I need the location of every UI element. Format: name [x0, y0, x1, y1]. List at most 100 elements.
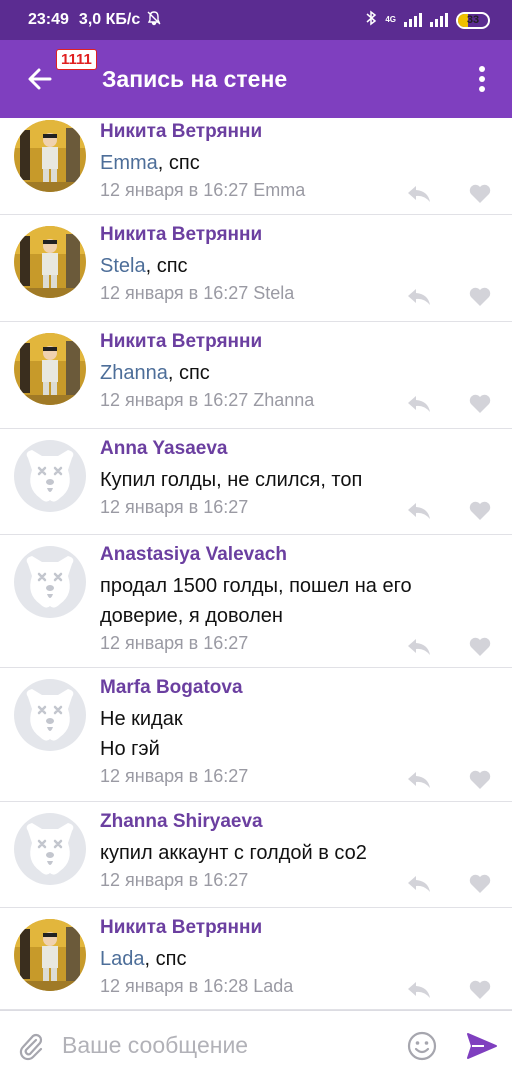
like-button[interactable]	[468, 286, 494, 308]
heart-icon	[469, 637, 491, 656]
like-button[interactable]	[468, 769, 494, 791]
reply-button[interactable]	[406, 873, 432, 895]
status-time: 23:49	[28, 11, 69, 28]
avatar[interactable]	[14, 813, 86, 885]
signal-strength-icon-2	[430, 13, 448, 27]
message-input[interactable]	[62, 1020, 392, 1071]
comment-author[interactable]: Никита Ветрянни	[100, 917, 262, 939]
comment-text: Lada, спс	[100, 944, 480, 974]
comment-item[interactable]: Zhanna Shiryaeva купил аккаунт с голдой в…	[0, 802, 512, 908]
mention-link[interactable]: Emma	[100, 152, 158, 174]
avatar[interactable]	[14, 546, 86, 618]
avatar[interactable]	[14, 120, 86, 192]
emoji-button[interactable]	[392, 1011, 452, 1080]
comment-author[interactable]: Zhanna Shiryaeva	[100, 811, 263, 833]
comment-meta: 12 января в 16:27	[100, 633, 248, 654]
page-title: Запись на стене	[102, 65, 288, 92]
network-type-label: 4G	[385, 15, 396, 24]
mute-bell-icon	[146, 10, 162, 31]
reply-to-name[interactable]: Zhanna	[253, 390, 314, 410]
reply-to-name[interactable]: Emma	[253, 180, 305, 200]
comment-item[interactable]: Marfa Bogatova Не кидак Но гэй 12 января в…	[0, 668, 512, 802]
comment-meta: 12 января в 16:27	[100, 870, 248, 891]
notification-badge: 1111	[56, 49, 97, 70]
comment-meta: 12 января в 16:28 Lada	[100, 976, 293, 997]
heart-icon	[469, 184, 491, 203]
comment-meta: 12 января в 16:27 Emma	[100, 180, 305, 201]
back-button[interactable]: 1111	[0, 40, 97, 118]
mention-link[interactable]: Stela	[100, 255, 146, 277]
comment-item[interactable]: Anastasiya Valevach продал 1500 голды, по…	[0, 535, 512, 668]
avatar[interactable]	[14, 226, 86, 298]
reply-to-name[interactable]: Lada	[253, 976, 293, 996]
comment-item[interactable]: Никита Ветрянни Stela, спс 12 января в 16:…	[0, 215, 512, 322]
reply-button[interactable]	[406, 636, 432, 658]
comment-text: Emma, спс	[100, 148, 480, 178]
heart-icon	[469, 287, 491, 306]
comment-text: Zhanna, спс	[100, 358, 480, 388]
reply-button[interactable]	[406, 393, 432, 415]
comment-body: , спс	[157, 152, 200, 174]
like-button[interactable]	[468, 979, 494, 1001]
heart-icon	[469, 980, 491, 999]
like-button[interactable]	[468, 393, 494, 415]
comment-body: , спс	[167, 362, 210, 384]
reply-icon	[408, 639, 430, 655]
mention-link[interactable]: Zhanna	[100, 362, 168, 384]
comment-author[interactable]: Anastasiya Valevach	[100, 544, 287, 566]
battery-level: 33	[466, 14, 480, 26]
like-button[interactable]	[468, 183, 494, 205]
reply-to-name[interactable]: Stela	[253, 283, 294, 303]
reply-button[interactable]	[406, 286, 432, 308]
comment-date: 12 января в 16:27	[100, 497, 249, 517]
comment-date: 12 января в 16:27	[100, 180, 249, 200]
avatar[interactable]	[14, 679, 86, 751]
comment-text: Не кидак Но гэй	[100, 704, 480, 764]
avatar[interactable]	[14, 919, 86, 991]
comment-author[interactable]: Никита Ветрянни	[100, 331, 262, 353]
comment-text: Купил голды, не слился, топ	[100, 465, 480, 495]
comment-date: 12 января в 16:27	[100, 633, 249, 653]
comment-meta: 12 января в 16:27 Stela	[100, 283, 294, 304]
comment-author[interactable]: Никита Ветрянни	[100, 121, 262, 143]
reply-button[interactable]	[406, 979, 432, 1001]
like-button[interactable]	[468, 873, 494, 895]
send-icon	[467, 1032, 497, 1059]
bluetooth-icon	[365, 10, 377, 31]
comment-list[interactable]: Никита Ветрянни Emma, спс 12 января в 16:2…	[0, 118, 512, 1010]
reply-button[interactable]	[406, 183, 432, 205]
more-options-button[interactable]	[452, 40, 512, 118]
heart-icon	[469, 770, 491, 789]
reply-button[interactable]	[406, 500, 432, 522]
reply-icon	[408, 876, 430, 892]
signal-strength-icon	[404, 13, 422, 27]
reply-icon	[408, 396, 430, 412]
comment-author[interactable]: Anna Yasaeva	[100, 438, 227, 460]
comment-body: , спс	[144, 948, 187, 970]
attach-button[interactable]	[0, 1011, 62, 1080]
comment-meta: 12 января в 16:27	[100, 766, 248, 787]
comment-item[interactable]: Никита Ветрянни Zhanna, спс 12 января в 16…	[0, 322, 512, 429]
more-vertical-icon	[479, 66, 485, 92]
reply-icon	[408, 772, 430, 788]
heart-icon	[469, 394, 491, 413]
comment-item[interactable]: Никита Ветрянни Emma, спс 12 января в 16:2…	[0, 118, 512, 215]
comment-author[interactable]: Никита Ветрянни	[100, 224, 262, 246]
avatar[interactable]	[14, 333, 86, 405]
mention-link[interactable]: Lada	[100, 948, 145, 970]
heart-icon	[469, 501, 491, 520]
like-button[interactable]	[468, 636, 494, 658]
comment-item[interactable]: Anna Yasaeva Купил голды, не слился, топ 1…	[0, 429, 512, 535]
comment-meta: 12 января в 16:27 Zhanna	[100, 390, 314, 411]
message-composer	[0, 1010, 512, 1080]
comment-body: продал 1500 голды, пошел на его доверие,…	[100, 575, 412, 627]
comment-body: Купил голды, не слился, топ	[100, 469, 363, 491]
comment-meta: 12 января в 16:27	[100, 497, 248, 518]
comment-author[interactable]: Marfa Bogatova	[100, 677, 243, 699]
like-button[interactable]	[468, 500, 494, 522]
send-button[interactable]	[452, 1011, 512, 1080]
arrow-left-icon	[28, 68, 52, 90]
reply-button[interactable]	[406, 769, 432, 791]
comment-item[interactable]: Никита Ветрянни Lada, спс 12 января в 16:2…	[0, 908, 512, 1010]
avatar[interactable]	[14, 440, 86, 512]
